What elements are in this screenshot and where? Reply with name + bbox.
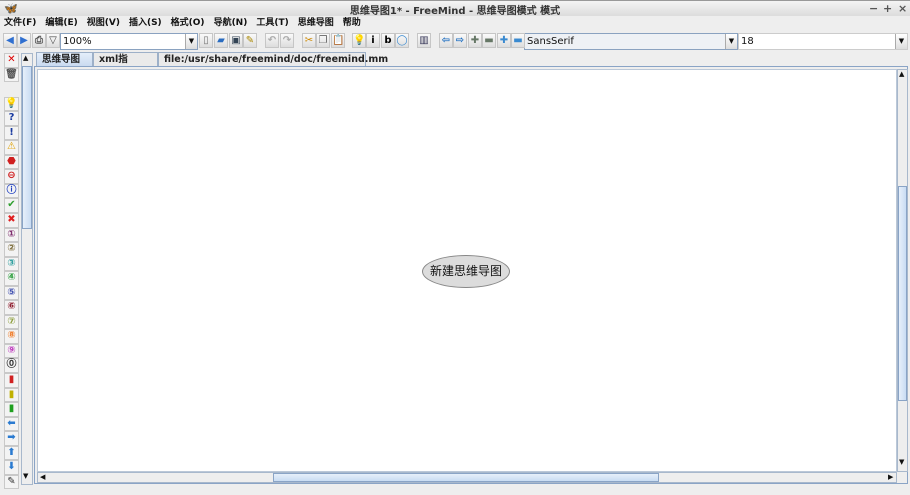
redo-icon[interactable]: ↷	[280, 33, 294, 48]
icon-panel: ✕ 🗑 💡?! ⚠ ⬣ ⊖ ⓘ ✔ ✖ ① ② ③ ④ ⑤ ⑥ ⑦ ⑧ ⑨ ⓪ ▮ ▮ ▮ ⬅ ➡ ⬆ ⬇ ✎	[4, 53, 20, 490]
priority-6-icon[interactable]: ⑥	[4, 300, 19, 315]
priority-1-icon[interactable]: ①	[4, 227, 19, 243]
traffic-light-green-icon[interactable]: ▮	[4, 402, 19, 417]
tab-xml-guide[interactable]: xml指南.mm	[93, 52, 158, 78]
menu-bar: 文件(F) 编辑(E) 视图(V) 插入(S) 格式(O) 导航(N) 工具(T) 思维导图帮…	[0, 16, 910, 31]
arrow-right-blue-icon[interactable]: ➡	[4, 431, 19, 446]
title-bar: 🦋 思维导图1* - FreeMind - 思维导图模式 模式 − + ×	[0, 0, 910, 17]
menu-item[interactable]: 工具(T)	[256, 16, 288, 31]
priority-3-icon[interactable]: ③	[4, 256, 19, 272]
horizontal-scrollbar[interactable]: ◀ ▶	[37, 472, 897, 483]
remove-icon[interactable]: ▬	[482, 33, 496, 48]
minimize-button[interactable]: −	[869, 2, 878, 15]
scroll-right-icon[interactable]: ▶	[888, 473, 893, 481]
cancel-icon[interactable]: ✖	[4, 213, 19, 228]
zoom-select[interactable]: 100% ▼	[60, 33, 198, 50]
stop-icon[interactable]: ⬣	[4, 154, 19, 170]
save-icon[interactable]: ▣	[229, 33, 243, 48]
no-entry-icon[interactable]: ⊖	[4, 169, 19, 184]
warning-icon[interactable]: ⚠	[4, 140, 19, 155]
paste-icon[interactable]: 📋	[331, 33, 345, 48]
important-icon[interactable]: !	[4, 125, 19, 141]
idea-icon[interactable]: 💡	[4, 96, 19, 112]
traffic-light-yellow-icon[interactable]: ▮	[4, 387, 19, 403]
attributes-icon[interactable]: ▥	[417, 33, 431, 48]
icon-panel-scroll-thumb[interactable]	[22, 66, 32, 229]
menu-item[interactable]: 思维导图	[298, 16, 334, 31]
priority-5-icon[interactable]: ⑤	[4, 285, 19, 301]
forward-icon[interactable]: ▶	[17, 33, 31, 48]
scroll-up-icon[interactable]: ▲	[899, 70, 904, 78]
arrow-left-icon[interactable]: ⇦	[439, 33, 453, 48]
undo-icon[interactable]: ↶	[265, 33, 279, 48]
menu-item[interactable]: 视图(V)	[87, 16, 120, 31]
icon-panel-scrollbar[interactable]: ▲ ▼	[21, 53, 33, 485]
tab-mindmap1[interactable]: 思维导图1*	[36, 52, 93, 78]
menu-item[interactable]: 格式(O)	[171, 16, 205, 31]
priority-8-icon[interactable]: ⑧	[4, 329, 19, 344]
arrow-right-icon[interactable]: ⇨	[453, 33, 467, 48]
horizontal-scroll-thumb[interactable]	[273, 473, 659, 482]
font-family-value: SansSerif	[527, 36, 574, 47]
pencil-icon[interactable]: ✎	[4, 474, 19, 490]
menu-item[interactable]: 文件(F)	[4, 16, 36, 31]
priority-4-icon[interactable]: ④	[4, 271, 19, 286]
menu-item[interactable]: 帮助	[343, 16, 361, 31]
chevron-down-icon[interactable]: ▼	[185, 34, 197, 49]
font-size-select[interactable]: 18 ▼	[738, 33, 908, 50]
scroll-up-icon[interactable]: ▲	[23, 54, 28, 62]
chevron-down-icon[interactable]: ▼	[895, 34, 907, 49]
cloud-bubble-icon[interactable]: ◯	[395, 33, 409, 48]
chevron-down-icon[interactable]: ▼	[725, 34, 737, 49]
italic-icon[interactable]: i	[366, 33, 380, 48]
question-icon[interactable]: ?	[4, 111, 19, 126]
add-blue-icon[interactable]: ✚	[497, 33, 511, 48]
root-node[interactable]: 新建思维导图	[422, 255, 510, 288]
info-icon[interactable]: ⓘ	[4, 183, 19, 199]
copy-icon[interactable]: ❐	[316, 33, 330, 48]
window-title: 思维导图1* - FreeMind - 思维导图模式 模式	[349, 6, 561, 17]
new-file-icon[interactable]: ▯	[199, 33, 213, 48]
priority-7-icon[interactable]: ⑦	[4, 314, 19, 330]
mind-map-canvas[interactable]: 新建思维导图	[37, 69, 897, 472]
add-icon[interactable]: ✚	[468, 33, 482, 48]
filter-icon[interactable]: ▽	[46, 33, 60, 48]
arrow-left-blue-icon[interactable]: ⬅	[4, 416, 19, 432]
priority-0-icon[interactable]: ⓪	[4, 358, 19, 374]
ok-icon[interactable]: ✔	[4, 198, 19, 214]
priority-9-icon[interactable]: ⑨	[4, 343, 19, 359]
main-toolbar: 100% ▼ SansSerif ▼ 18 ▼ ◀ ▶ ⎙ ▽ ▯ ▰ ▣ ✎ ↶ ↷ ✂ ❐ 📋 💡 i b ◯ ▥ ⇦…	[0, 32, 910, 51]
menu-item[interactable]: 编辑(E)	[45, 16, 77, 31]
priority-2-icon[interactable]: ②	[4, 242, 19, 257]
back-icon[interactable]: ◀	[3, 33, 17, 48]
scroll-down-icon[interactable]: ▼	[23, 472, 28, 480]
scroll-left-icon[interactable]: ◀	[40, 473, 45, 481]
traffic-light-red-icon[interactable]: ▮	[4, 373, 19, 388]
font-family-select[interactable]: SansSerif ▼	[524, 33, 738, 50]
close-button[interactable]: ×	[898, 2, 907, 15]
zoom-value: 100%	[63, 36, 92, 47]
cut-icon[interactable]: ✂	[302, 33, 316, 48]
menu-item[interactable]: 导航(N)	[214, 16, 248, 31]
font-size-value: 18	[741, 36, 754, 47]
arrow-down-blue-icon[interactable]: ⬇	[4, 460, 19, 475]
arrow-up-blue-icon[interactable]: ⬆	[4, 445, 19, 461]
vertical-scrollbar[interactable]: ▲ ▼	[897, 69, 908, 472]
bulb-icon[interactable]: 💡	[352, 33, 366, 48]
trash-icon[interactable]: 🗑	[4, 67, 19, 83]
maximize-button[interactable]: +	[883, 2, 892, 15]
vertical-scroll-thumb[interactable]	[898, 186, 907, 401]
print-icon[interactable]: ⎙	[32, 33, 46, 48]
open-file-icon[interactable]: ▰	[214, 33, 228, 48]
scroll-down-icon[interactable]: ▼	[899, 458, 904, 466]
remove-blue-icon[interactable]: ▬	[511, 33, 525, 48]
remove-icons-icon[interactable]: ✕	[4, 53, 19, 68]
menu-item[interactable]: 插入(S)	[129, 16, 162, 31]
tab-freemind-doc[interactable]: file:/usr/share/freemind/doc/freemind.mm	[158, 52, 388, 67]
edit-icon[interactable]: ✎	[243, 33, 257, 48]
bold-icon[interactable]: b	[381, 33, 395, 48]
